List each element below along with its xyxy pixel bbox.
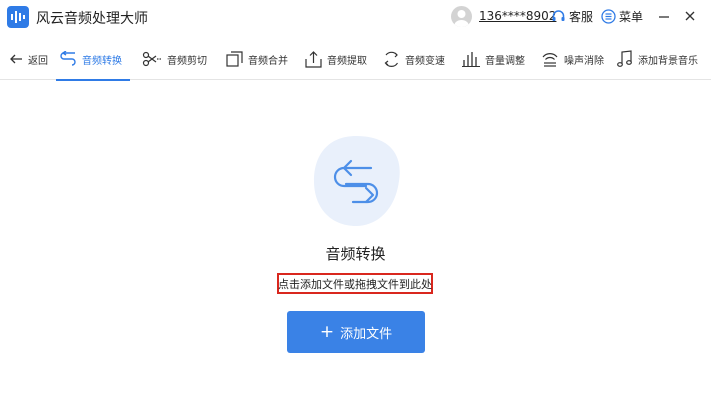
menu-label: 菜单 — [619, 10, 644, 24]
close-button[interactable] — [681, 7, 699, 25]
tab-label: 音频转换 — [82, 55, 122, 67]
tab-label: 音频合并 — [248, 55, 288, 67]
add-file-label: 添加文件 — [340, 326, 393, 342]
avatar[interactable] — [451, 6, 472, 27]
back-button[interactable]: 返回 — [9, 38, 48, 80]
customer-service-button[interactable]: 客服 — [551, 8, 593, 25]
tab-audio-cut[interactable]: 音频剪切 — [142, 38, 207, 80]
convert-hero-icon — [311, 136, 401, 226]
drop-hint-text: 点击添加文件或拖拽文件到此处 — [277, 273, 433, 294]
close-icon — [685, 11, 695, 21]
tab-label: 添加背景音乐 — [638, 55, 698, 67]
tab-audio-convert[interactable]: 音频转换 — [56, 38, 130, 81]
merge-icon — [226, 51, 243, 67]
service-label: 客服 — [569, 10, 594, 24]
user-phone-link[interactable]: 136****8902 — [479, 9, 556, 23]
tab-add-background-music[interactable]: 添加背景音乐 — [617, 38, 698, 80]
app-logo-icon — [7, 6, 29, 28]
headset-icon — [552, 10, 565, 21]
tab-audio-merge[interactable]: 音频合并 — [226, 38, 288, 80]
tab-audio-speed[interactable]: 音频变速 — [383, 38, 445, 80]
menu-button[interactable]: 菜单 — [601, 8, 643, 25]
add-file-button[interactable]: + 添加文件 — [287, 311, 425, 353]
convert-icon — [60, 51, 76, 66]
tab-label: 音频提取 — [327, 55, 367, 67]
app-title: 风云音频处理大师 — [36, 11, 148, 27]
plus-icon: + — [319, 321, 335, 342]
title-bar: 风云音频处理大师 136****8902 客服 菜单 — [0, 0, 711, 34]
tab-label: 音频剪切 — [167, 55, 207, 67]
tab-label: 音量调整 — [485, 55, 525, 67]
music-note-icon — [617, 50, 632, 67]
volume-bars-icon — [462, 52, 480, 67]
function-toolbar: 返回 音频转换 音频剪切 音频合并 音频提取 音频变速 音量调整 噪声消除 添加… — [0, 38, 711, 81]
minimize-button[interactable] — [655, 7, 673, 25]
scissors-icon — [142, 51, 161, 67]
back-label: 返回 — [28, 55, 48, 67]
speed-icon — [384, 51, 399, 67]
tab-volume-adjust[interactable]: 音量调整 — [462, 38, 525, 80]
tab-noise-removal[interactable]: 噪声消除 — [541, 38, 604, 80]
minimize-icon — [659, 16, 669, 18]
page-title: 音频转换 — [325, 245, 386, 263]
menu-icon — [601, 9, 616, 24]
extract-icon — [305, 50, 322, 68]
tab-label: 噪声消除 — [564, 55, 604, 67]
tab-audio-extract[interactable]: 音频提取 — [305, 38, 367, 80]
arrow-left-icon — [10, 54, 22, 64]
noise-icon — [542, 52, 558, 67]
tab-label: 音频变速 — [405, 55, 445, 67]
